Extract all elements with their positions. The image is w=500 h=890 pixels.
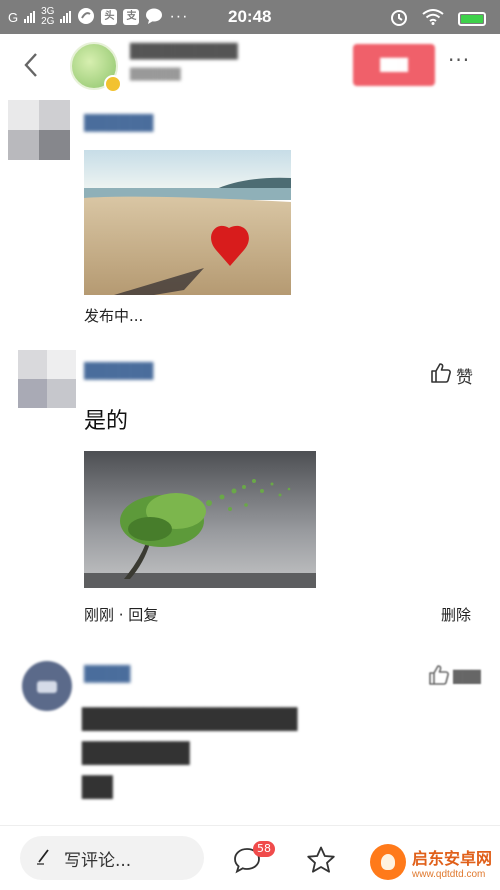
write-comment-input[interactable]: 写评论... xyxy=(20,836,204,880)
app-notification-icon xyxy=(77,7,95,28)
comment-text: ██████████████ ███████ ██ xyxy=(82,702,474,804)
favorite-star-icon[interactable] xyxy=(306,845,336,879)
status-bar: G 3G 2G 头条 支 ··· 20:48 xyxy=(0,0,500,39)
battery-icon xyxy=(458,12,486,26)
comment-text-line: ██ xyxy=(82,775,113,799)
wifi-icon xyxy=(422,9,444,29)
comment-image-tree[interactable] xyxy=(84,451,316,588)
thumbs-up-icon xyxy=(428,664,450,689)
comment-username[interactable]: ██████ xyxy=(84,114,153,132)
comment-text-line: ███████ xyxy=(82,741,190,765)
comment-image-heart[interactable] xyxy=(84,150,291,295)
network-type: 3G 2G xyxy=(41,7,54,27)
back-arrow-icon[interactable] xyxy=(24,52,38,85)
signal-icon xyxy=(24,11,36,23)
comment-text-line: ██████████████ xyxy=(82,707,298,731)
avatar[interactable] xyxy=(8,100,70,160)
like-count: ███ xyxy=(453,669,481,684)
network-bottom-label: 2G xyxy=(41,16,55,27)
verified-badge-icon xyxy=(104,75,122,93)
pencil-icon xyxy=(36,847,52,870)
watermark-url: www.qdtdtd.com xyxy=(412,868,486,880)
comment-meta[interactable]: 刚刚 · 回复 xyxy=(84,604,158,625)
write-comment-placeholder: 写评论... xyxy=(64,850,132,871)
comment-text: 是的 xyxy=(84,409,129,434)
more-options-icon[interactable]: ··· xyxy=(448,48,470,72)
chat-icon xyxy=(145,8,163,27)
publishing-status: 发布中... xyxy=(84,307,144,325)
comment-username[interactable]: ██████ xyxy=(84,362,153,380)
toutiao-icon: 头条 xyxy=(101,9,118,38)
avatar[interactable] xyxy=(18,350,76,408)
channel-name[interactable]: ██████████ xyxy=(130,44,238,60)
like-button[interactable]: 赞 xyxy=(430,362,473,389)
watermark-name: 启东安卓网 xyxy=(412,848,493,868)
follow-button[interactable]: ███ xyxy=(353,44,435,86)
channel-header: ██████████ ██████ ███ ··· xyxy=(0,34,500,98)
thumbs-up-icon xyxy=(430,362,452,389)
delete-button[interactable]: 删除 xyxy=(441,604,471,625)
site-watermark: 启东安卓网 www.qdtdtd.com xyxy=(370,844,492,880)
alarm-icon xyxy=(390,8,408,30)
watermark-text: 启东安卓网 www.qdtdtd.com xyxy=(412,845,492,880)
comment-username[interactable]: ████ xyxy=(84,665,130,683)
status-bar-left: G 3G 2G 头条 支 ··· xyxy=(8,5,189,39)
signal-icon-2 xyxy=(60,11,72,23)
status-bar-right xyxy=(390,8,486,30)
carrier-label: G xyxy=(8,9,19,25)
watermark-logo-icon xyxy=(370,844,406,880)
like-button[interactable]: ███ xyxy=(428,664,481,689)
more-notifications-icon: ··· xyxy=(169,8,189,25)
like-label: 赞 xyxy=(456,368,473,388)
channel-subtitle: ██████ xyxy=(130,68,181,81)
avatar[interactable] xyxy=(22,661,72,711)
comment-count-badge: 58 xyxy=(253,841,275,857)
alipay-icon: 支 xyxy=(123,9,140,25)
clock: 20:48 xyxy=(228,7,272,26)
